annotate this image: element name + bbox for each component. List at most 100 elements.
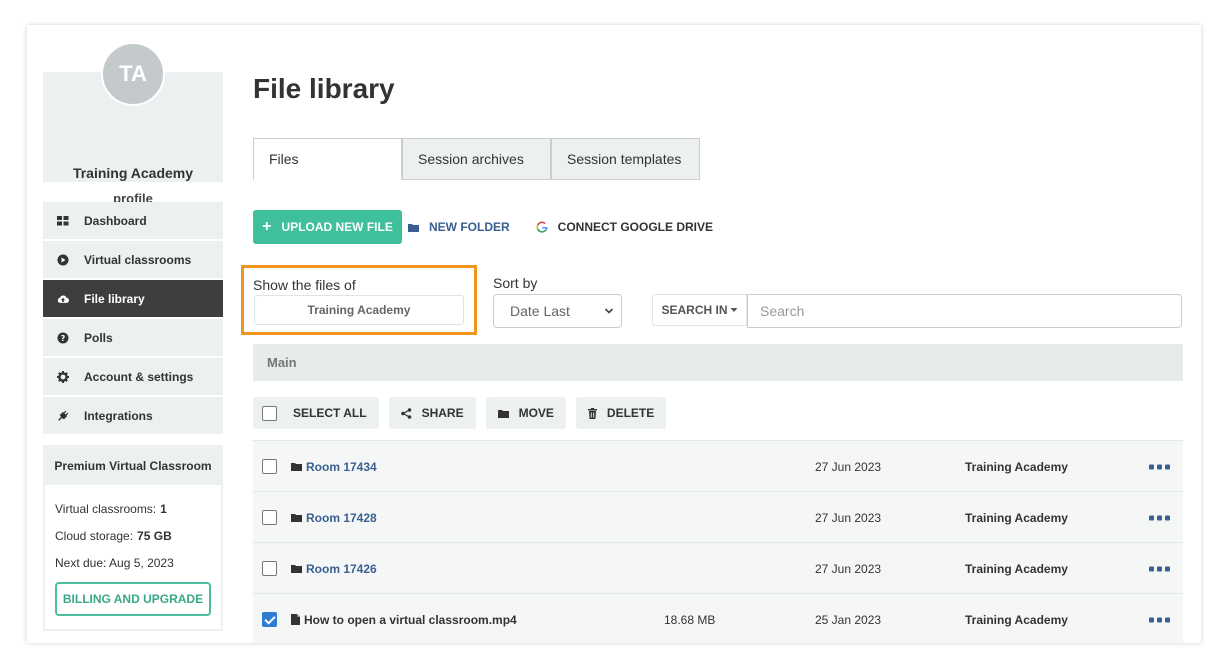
select-all-label: SELECT ALL: [293, 406, 367, 420]
more-options-icon[interactable]: [1149, 492, 1170, 543]
billing-upgrade-button[interactable]: BILLING AND UPGRADE: [55, 582, 211, 616]
delete-button[interactable]: DELETE: [575, 397, 667, 429]
plan-storage: Cloud storage: 75 GB: [45, 522, 221, 549]
row-checkbox[interactable]: [262, 612, 277, 627]
more-options-icon[interactable]: [1149, 543, 1170, 594]
file-icon: [291, 614, 300, 625]
tab-files[interactable]: Files: [253, 138, 402, 180]
sidebar-item-polls[interactable]: ? Polls: [43, 319, 223, 356]
dashboard-icon: [57, 215, 69, 227]
sidebar-nav: Dashboard Virtual classrooms File librar…: [43, 202, 223, 436]
plan-card: Premium Virtual Classroom Virtual classr…: [43, 445, 223, 631]
table-row[interactable]: How to open a virtual classroom.mp4 18.6…: [253, 593, 1183, 643]
plan-storage-label: Cloud storage:: [55, 528, 134, 543]
folder-breadcrumb: Main: [253, 344, 1183, 381]
sidebar-item-label: Account & settings: [84, 369, 194, 384]
table-row[interactable]: Room 17434 27 Jun 2023 Training Academy: [253, 440, 1183, 491]
file-name[interactable]: How to open a virtual classroom.mp4: [291, 594, 517, 643]
file-date: 25 Jan 2023: [815, 612, 882, 627]
owner-filter-label: Show the files of: [253, 277, 356, 293]
file-name[interactable]: Room 17426: [291, 543, 377, 594]
bulk-actions: SELECT ALL SHARE MOVE DELETE: [253, 397, 676, 429]
sidebar-item-dashboard[interactable]: Dashboard: [43, 202, 223, 239]
caret-down-icon: [730, 308, 737, 312]
file-date: 27 Jun 2023: [815, 459, 882, 474]
select-all-button[interactable]: SELECT ALL: [253, 397, 379, 429]
folder-icon: [291, 514, 302, 522]
more-options-icon[interactable]: [1149, 441, 1170, 492]
share-button[interactable]: SHARE: [388, 397, 476, 429]
plan-classrooms: Virtual classrooms: 1: [45, 495, 221, 522]
sort-select[interactable]: Date Last: [493, 294, 622, 328]
search-input[interactable]: Search: [747, 294, 1182, 328]
file-name-label: How to open a virtual classroom.mp4: [304, 612, 517, 627]
sidebar-item-label: Polls: [84, 330, 113, 345]
search-in-dropdown[interactable]: SEARCH IN: [652, 294, 747, 326]
svg-text:?: ?: [61, 334, 66, 343]
tab-bar: Files Session archives Session templates: [253, 138, 700, 180]
file-owner: Training Academy: [965, 612, 1068, 627]
file-size: 18.68 MB: [664, 612, 716, 627]
move-button[interactable]: MOVE: [485, 397, 566, 429]
file-owner: Training Academy: [965, 459, 1068, 474]
plan-classrooms-value: 1: [160, 501, 167, 516]
share-label: SHARE: [421, 406, 464, 420]
trash-icon: [587, 407, 597, 419]
file-name-label: Room 17434: [306, 459, 377, 474]
upload-new-file-button[interactable]: + UPLOAD NEW FILE: [253, 210, 402, 244]
plug-icon: [57, 410, 69, 422]
app-frame: TA Training Academy profile Dashboard Vi…: [27, 25, 1201, 643]
folder-icon: [497, 409, 509, 418]
file-owner: Training Academy: [965, 510, 1068, 525]
more-options-icon[interactable]: [1149, 594, 1170, 643]
file-date: 27 Jun 2023: [815, 510, 882, 525]
file-owner: Training Academy: [965, 561, 1068, 576]
owner-filter-highlight: Show the files of Training Academy: [241, 265, 477, 335]
sidebar-item-account-settings[interactable]: Account & settings: [43, 358, 223, 395]
search-in-label: SEARCH IN: [661, 303, 728, 317]
folder-icon: [291, 565, 302, 573]
file-name[interactable]: Room 17434: [291, 441, 377, 492]
delete-label: DELETE: [606, 406, 655, 420]
plan-next-due: Next due: Aug 5, 2023: [55, 555, 174, 570]
folder-icon: [408, 223, 419, 232]
gear-icon: [57, 370, 69, 383]
cloud-upload-icon: [57, 293, 69, 305]
plus-icon: +: [262, 218, 272, 235]
file-date: 27 Jun 2023: [815, 561, 882, 576]
plan-title: Premium Virtual Classroom: [45, 447, 221, 485]
sidebar-item-label: Virtual classrooms: [84, 252, 192, 267]
sidebar-item-label: File library: [84, 291, 145, 306]
plan-storage-value: 75 GB: [137, 528, 172, 543]
google-drive-label: CONNECT GOOGLE DRIVE: [557, 220, 714, 234]
new-folder-label: NEW FOLDER: [429, 220, 510, 234]
sidebar-item-virtual-classrooms[interactable]: Virtual classrooms: [43, 241, 223, 278]
upload-label: UPLOAD NEW FILE: [281, 220, 393, 234]
profile-name: Training Academy: [72, 165, 194, 181]
sidebar-item-integrations[interactable]: Integrations: [43, 397, 223, 434]
row-checkbox[interactable]: [262, 459, 277, 474]
new-folder-button[interactable]: NEW FOLDER: [408, 220, 510, 234]
table-row[interactable]: Room 17428 27 Jun 2023 Training Academy: [253, 491, 1183, 542]
tab-session-archives[interactable]: Session archives: [402, 138, 551, 180]
row-checkbox[interactable]: [262, 510, 277, 525]
move-label: MOVE: [518, 406, 554, 420]
avatar[interactable]: TA: [101, 42, 165, 106]
sidebar-item-file-library[interactable]: File library: [43, 280, 223, 317]
select-all-checkbox[interactable]: [262, 405, 277, 421]
connect-google-drive-button[interactable]: CONNECT GOOGLE DRIVE: [536, 220, 713, 234]
chevron-down-icon: [604, 308, 614, 314]
table-row[interactable]: Room 17426 27 Jun 2023 Training Academy: [253, 542, 1183, 593]
row-checkbox[interactable]: [262, 561, 277, 576]
sort-value: Date Last: [510, 303, 570, 319]
page-title: File library: [253, 73, 395, 104]
plan-classrooms-label: Virtual classrooms:: [55, 501, 157, 516]
owner-filter-select[interactable]: Training Academy: [254, 295, 464, 325]
file-actions: + UPLOAD NEW FILE NEW FOLDER CONNECT GOO…: [253, 210, 713, 244]
play-circle-icon: [57, 254, 69, 266]
sort-label: Sort by: [493, 275, 538, 291]
tab-session-templates[interactable]: Session templates: [551, 138, 700, 180]
file-name[interactable]: Room 17428: [291, 492, 377, 543]
question-circle-icon: ?: [57, 332, 69, 344]
file-name-label: Room 17426: [306, 561, 377, 576]
